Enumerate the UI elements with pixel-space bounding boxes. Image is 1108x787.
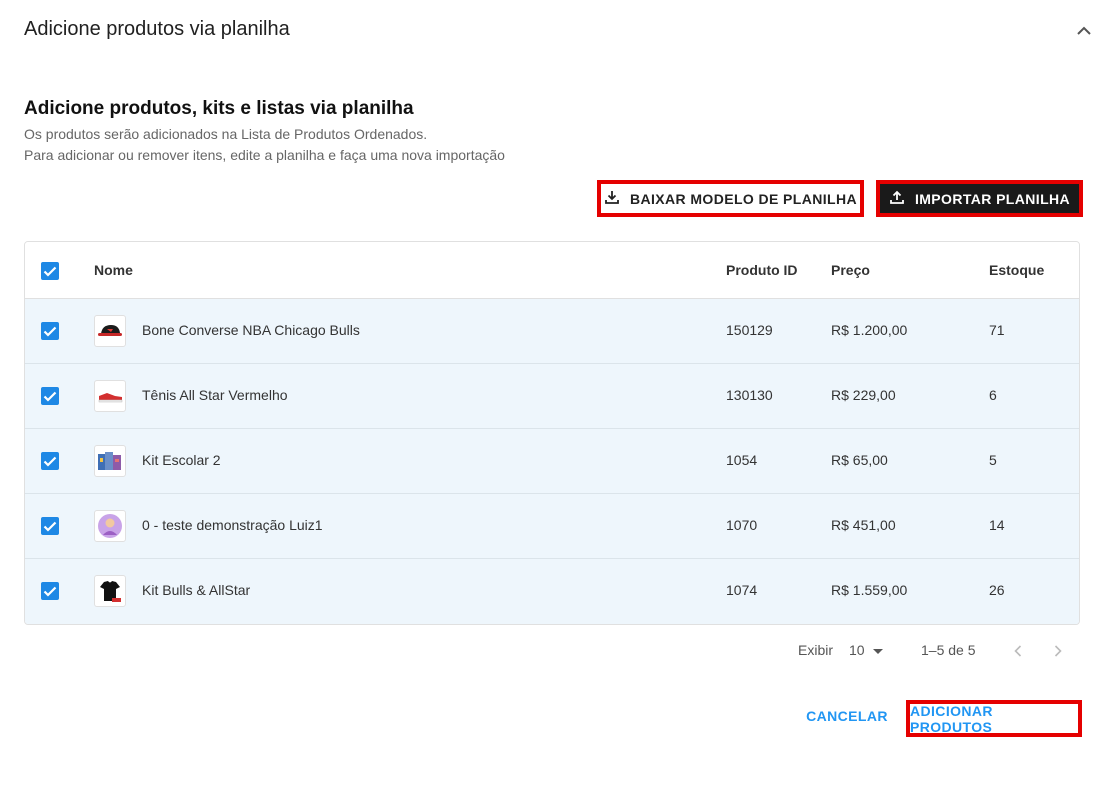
panel-title: Adicione produtos via planilha: [24, 18, 290, 40]
table-row[interactable]: Kit Bulls & AllStar 1074 R$ 1.559,00 26: [25, 559, 1079, 624]
product-price: R$ 65,00: [831, 452, 888, 468]
table-header: Nome Produto ID Preço Estoque: [25, 242, 1079, 299]
product-name: 0 - teste demonstração Luiz1: [142, 517, 323, 533]
section-description-1: Os produtos serão adicionados na Lista d…: [24, 126, 428, 142]
caret-down-icon: [872, 642, 883, 658]
product-name: Tênis All Star Vermelho: [142, 387, 288, 403]
product-name: Kit Escolar 2: [142, 452, 221, 468]
import-spreadsheet-label: IMPORTAR PLANILHA: [914, 190, 1071, 207]
product-name: Bone Converse NBA Chicago Bulls: [142, 322, 360, 338]
row-checkbox[interactable]: [41, 387, 59, 405]
school-kit-icon: [94, 445, 126, 477]
add-products-button[interactable]: ADICIONAR PRODUTOS: [906, 700, 1082, 737]
select-all-checkbox[interactable]: [41, 262, 59, 280]
product-price: R$ 1.559,00: [831, 582, 908, 598]
cap-icon: [94, 315, 126, 347]
product-id: 150129: [726, 322, 773, 338]
table-row[interactable]: 0 - teste demonstração Luiz1 1070 R$ 451…: [25, 494, 1079, 559]
row-checkbox[interactable]: [41, 582, 59, 600]
upload-icon: [889, 189, 905, 208]
row-checkbox[interactable]: [41, 517, 59, 535]
download-icon: [604, 189, 620, 208]
section-description-2: Para adicionar ou remover itens, edite a…: [24, 147, 505, 163]
check-icon: [43, 456, 57, 467]
check-icon: [43, 521, 57, 532]
rows-per-page-value: 10: [849, 642, 865, 658]
column-header-name[interactable]: Nome: [94, 262, 133, 278]
column-header-stock[interactable]: Estoque: [989, 262, 1044, 278]
avatar-icon: [94, 510, 126, 542]
table-row[interactable]: Tênis All Star Vermelho 130130 R$ 229,00…: [25, 364, 1079, 429]
chevron-right-icon[interactable]: [1047, 640, 1069, 662]
product-id: 1070: [726, 517, 758, 533]
panel-header[interactable]: Adicione produtos via planilha: [0, 0, 1108, 60]
rows-per-page-select[interactable]: 10: [849, 642, 883, 658]
product-id: 1074: [726, 582, 758, 598]
product-id: 130130: [726, 387, 773, 403]
sneaker-icon: [94, 380, 126, 412]
product-stock: 71: [989, 322, 1005, 338]
products-table: Nome Produto ID Preço Estoque Bone Conve…: [24, 241, 1080, 625]
product-price: R$ 1.200,00: [831, 322, 908, 338]
check-icon: [43, 326, 57, 337]
download-template-button[interactable]: BAIXAR MODELO DE PLANILHA: [597, 180, 864, 217]
column-header-price[interactable]: Preço: [831, 262, 870, 278]
product-id: 1054: [726, 452, 758, 468]
table-row[interactable]: Bone Converse NBA Chicago Bulls 150129 R…: [25, 299, 1079, 364]
check-icon: [43, 586, 57, 597]
chevron-up-icon[interactable]: [1072, 18, 1096, 42]
check-icon: [43, 391, 57, 402]
product-name: Kit Bulls & AllStar: [142, 582, 251, 598]
download-template-label: BAIXAR MODELO DE PLANILHA: [630, 190, 857, 207]
check-icon: [43, 266, 57, 277]
pagination-range: 1–5 de 5: [921, 642, 976, 658]
product-stock: 6: [989, 387, 997, 403]
product-stock: 26: [989, 582, 1005, 598]
section-title: Adicione produtos, kits e listas via pla…: [24, 98, 414, 119]
product-stock: 5: [989, 452, 997, 468]
tshirt-icon: [94, 575, 126, 607]
product-price: R$ 229,00: [831, 387, 896, 403]
table-row[interactable]: Kit Escolar 2 1054 R$ 65,00 5: [25, 429, 1079, 494]
row-checkbox[interactable]: [41, 452, 59, 470]
column-header-product-id[interactable]: Produto ID: [726, 262, 798, 278]
row-checkbox[interactable]: [41, 322, 59, 340]
rows-per-page-label: Exibir: [798, 642, 834, 658]
add-products-label: ADICIONAR PRODUTOS: [910, 702, 993, 735]
chevron-left-icon[interactable]: [1007, 640, 1029, 662]
product-stock: 14: [989, 517, 1005, 533]
import-spreadsheet-button[interactable]: IMPORTAR PLANILHA: [876, 180, 1083, 217]
product-price: R$ 451,00: [831, 517, 896, 533]
cancel-button[interactable]: CANCELAR: [800, 708, 894, 728]
